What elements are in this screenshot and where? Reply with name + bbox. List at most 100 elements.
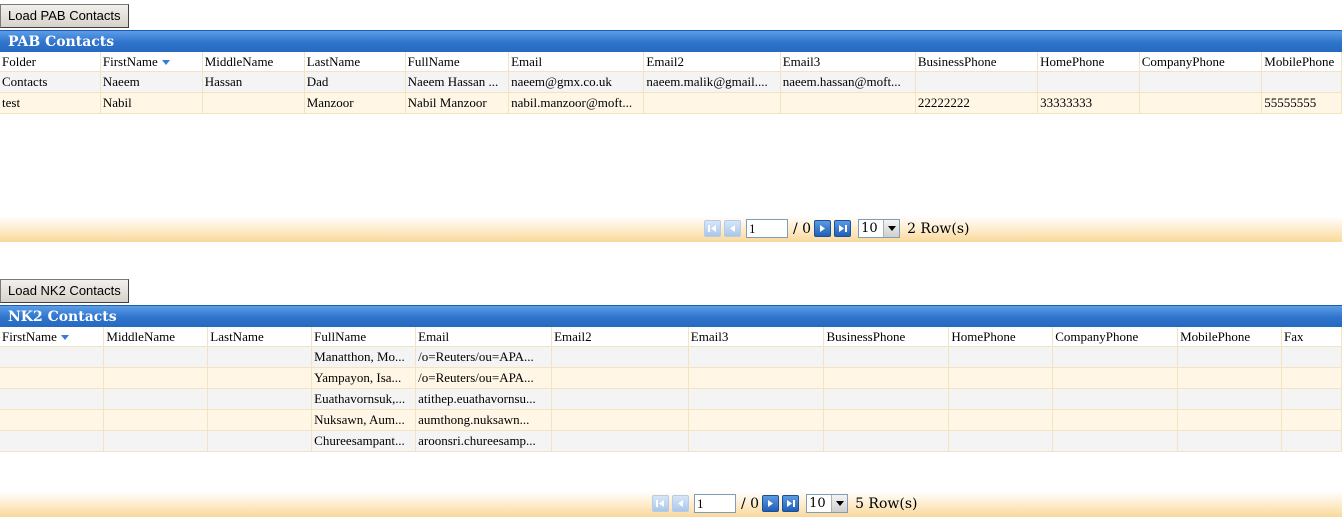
column-header-label: Email3 [782,53,821,69]
table-row[interactable]: Yampayon, Isa.../o=Reuters/ou=APA... [0,367,1342,389]
load-pab-contacts-button[interactable]: Load PAB Contacts [0,4,129,28]
table-cell [948,346,1054,368]
last-page-icon[interactable] [782,495,800,512]
sort-descending-icon[interactable] [161,60,170,66]
column-header[interactable]: FullName [405,52,510,72]
prev-page-icon[interactable] [724,220,741,237]
table-cell: Nuksawn, Aum... [311,409,417,431]
column-header[interactable]: HomePhone [948,327,1054,347]
table-cell: nabil.manzoor@moft... [508,92,645,114]
column-header-label: MobilePhone [1180,328,1251,344]
column-header[interactable]: FirstName [0,327,105,347]
table-cell: 22222222 [915,92,1039,114]
table-cell: Nabil [100,92,203,114]
column-header[interactable]: FirstName [100,52,203,72]
table-cell [103,430,209,452]
table-cell [1281,367,1342,389]
column-header-label: Folder [2,53,36,69]
table-cell [207,346,313,368]
column-header[interactable]: CompanyPhone [1139,52,1263,72]
next-page-icon[interactable] [762,495,780,512]
table-cell [1139,71,1263,93]
table-cell: test [0,92,101,114]
table-cell [823,409,950,431]
table-cell [1177,388,1283,410]
load-nk2-contacts-button[interactable]: Load NK2 Contacts [0,279,129,303]
column-header[interactable]: FullName [311,327,417,347]
table-cell: aroonsri.chureesamp... [415,430,553,452]
table-cell [1281,388,1342,410]
table-cell [0,409,105,431]
column-header[interactable]: Email2 [551,327,689,347]
column-header-label: LastName [210,328,264,344]
table-cell: /o=Reuters/ou=APA... [415,346,553,368]
column-header[interactable]: MiddleName [103,327,209,347]
table-cell [1177,346,1283,368]
page-size-select[interactable]: 10 [806,494,849,513]
nk2-grid-title: NK2 Contacts [0,305,1342,327]
table-cell [1052,409,1179,431]
column-header-label: Email [511,53,543,69]
page-number-input[interactable] [694,494,736,513]
page-total: / 0 [793,220,812,237]
table-row[interactable]: Nuksawn, Aum... aumthong.nuksawn... [0,409,1342,431]
table-cell [1052,346,1179,368]
first-page-icon[interactable] [704,220,721,237]
table-cell [688,430,825,452]
column-header[interactable]: Email [508,52,645,72]
page-number-input[interactable] [746,219,788,238]
next-page-icon[interactable] [814,220,832,237]
table-cell: Dad [304,71,406,93]
column-header[interactable]: HomePhone [1037,52,1140,72]
chevron-down-icon[interactable] [883,220,900,237]
column-header[interactable]: Email3 [688,327,825,347]
table-row[interactable]: Manatthon, Mo.../o=Reuters/ou=APA... [0,346,1342,368]
column-header[interactable]: BusinessPhone [823,327,950,347]
table-cell [207,388,313,410]
column-header[interactable]: MiddleName [202,52,305,72]
table-cell: Euathavornsuk,... [311,388,417,410]
table-cell: 55555555 [1261,92,1342,114]
column-header-label: CompanyPhone [1055,328,1139,344]
column-header[interactable]: CompanyPhone [1052,327,1179,347]
table-row[interactable]: Euathavornsuk,... atithep.euathavornsu... [0,388,1342,410]
sort-descending-icon[interactable] [60,335,69,341]
table-cell [643,92,781,114]
table-row[interactable]: Chureesampant... aroonsri.chureesamp... [0,430,1342,452]
prev-page-icon[interactable] [672,495,689,512]
table-cell [948,430,1054,452]
column-header[interactable]: Email3 [780,52,916,72]
column-header[interactable]: MobilePhone [1177,327,1283,347]
last-page-icon[interactable] [834,220,852,237]
first-page-icon[interactable] [652,495,669,512]
pab-grid-body: Folder FirstName MiddleName LastName FullNam… [0,52,1342,216]
table-cell [1177,367,1283,389]
table-cell [823,346,950,368]
table-cell [823,388,950,410]
table-cell: naeem@gmx.co.uk [508,71,645,93]
table-cell: Contacts [0,71,101,93]
table-cell: /o=Reuters/ou=APA... [415,367,553,389]
table-cell [948,388,1054,410]
table-cell [1052,430,1179,452]
column-header[interactable]: Email2 [643,52,781,72]
column-header[interactable]: Folder [0,52,101,72]
table-cell [0,388,105,410]
column-header[interactable]: Fax [1281,327,1342,347]
table-cell: Naeem [100,71,203,93]
table-cell: Manatthon, Mo... [311,346,417,368]
table-row[interactable]: Contacts Naeem Hassan Dad Naeem Hassan ... na… [0,71,1342,93]
column-header-label: BusinessPhone [917,53,997,69]
column-header[interactable]: MobilePhone [1261,52,1342,72]
chevron-down-icon[interactable] [831,495,848,512]
table-cell [207,430,313,452]
row-count: 5 Row(s) [855,495,918,512]
column-header[interactable]: LastName [207,327,313,347]
table-cell [0,367,105,389]
column-header[interactable]: LastName [304,52,406,72]
table-row[interactable]: test Nabil Manzoor Nabil Manzoor nabil.manzo… [0,92,1342,114]
table-cell [207,367,313,389]
page-size-select[interactable]: 10 [858,219,901,238]
column-header[interactable]: Email [415,327,553,347]
column-header[interactable]: BusinessPhone [915,52,1039,72]
